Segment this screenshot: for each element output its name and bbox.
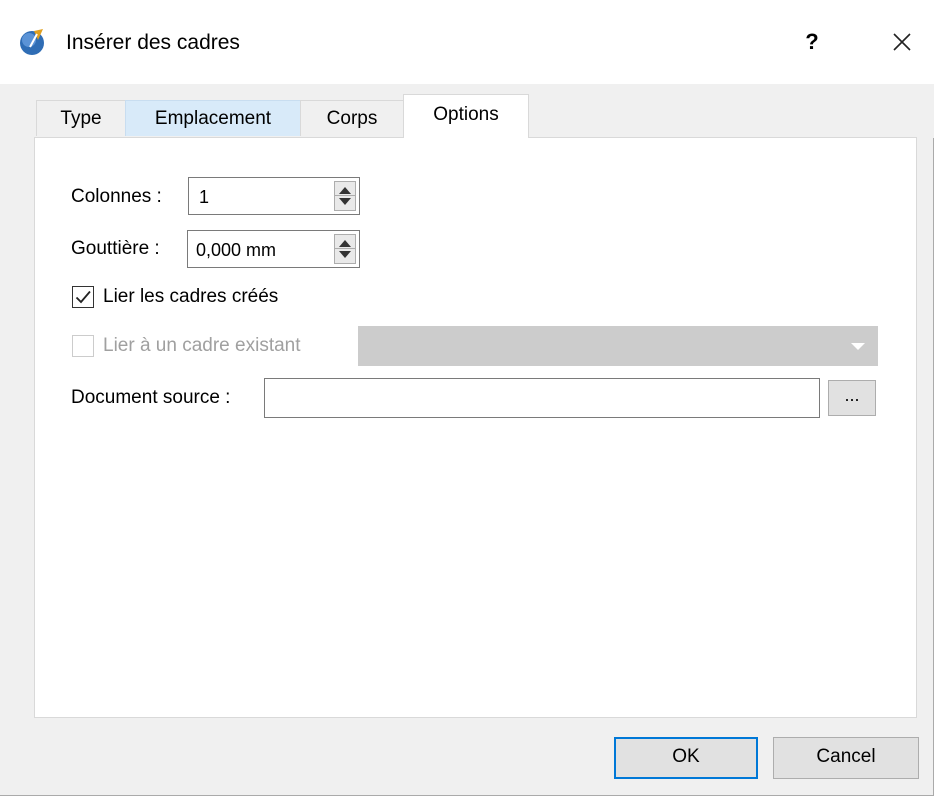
source-label: Document source : — [71, 387, 231, 408]
ok-button[interactable]: OK — [614, 737, 758, 779]
columns-stepper[interactable] — [334, 181, 356, 211]
columns-spinbox[interactable]: 1 — [188, 177, 360, 215]
dialog-title: Insérer des cadres — [66, 31, 240, 54]
link-created-label[interactable]: Lier les cadres créés — [103, 284, 278, 310]
link-created-checkbox[interactable] — [72, 286, 94, 308]
tab-corps[interactable]: Corps — [300, 100, 404, 136]
columns-label: Colonnes : — [71, 186, 162, 207]
arrow-up-icon — [339, 187, 351, 194]
dialog-window: Insérer des cadres ? Type Emplacement Co… — [0, 0, 934, 796]
gutter-stepper[interactable] — [334, 234, 356, 264]
arrow-up-icon — [339, 240, 351, 247]
tab-emplacement[interactable]: Emplacement — [125, 100, 301, 136]
tab-type[interactable]: Type — [36, 100, 126, 136]
scribus-pen-icon — [20, 29, 44, 55]
browse-button[interactable]: ... — [828, 380, 876, 416]
tab-options[interactable]: Options — [403, 94, 529, 138]
help-button[interactable]: ? — [792, 22, 832, 62]
existing-frame-select[interactable] — [358, 326, 878, 366]
link-existing-checkbox[interactable] — [72, 335, 94, 357]
close-button[interactable] — [880, 22, 924, 62]
cancel-button[interactable]: Cancel — [773, 737, 919, 779]
close-icon — [893, 33, 911, 51]
checkmark-icon — [75, 290, 91, 304]
gutter-value: 0,000 mm — [196, 240, 277, 260]
options-panel — [34, 137, 917, 718]
stepper-divider — [335, 195, 355, 196]
chevron-down-icon — [851, 343, 865, 350]
gutter-spinbox[interactable]: 0,000 mm — [187, 230, 360, 268]
title-bar[interactable]: Insérer des cadres ? — [0, 0, 934, 84]
columns-value: 1 — [199, 187, 210, 207]
link-existing-label: Lier à un cadre existant — [103, 335, 301, 356]
arrow-down-icon — [339, 251, 351, 258]
gutter-label: Gouttière : — [71, 238, 160, 259]
arrow-down-icon — [339, 198, 351, 205]
stepper-divider — [335, 248, 355, 249]
source-document-input[interactable] — [264, 378, 820, 418]
tab-bar: Type Emplacement Corps Options — [0, 84, 934, 138]
